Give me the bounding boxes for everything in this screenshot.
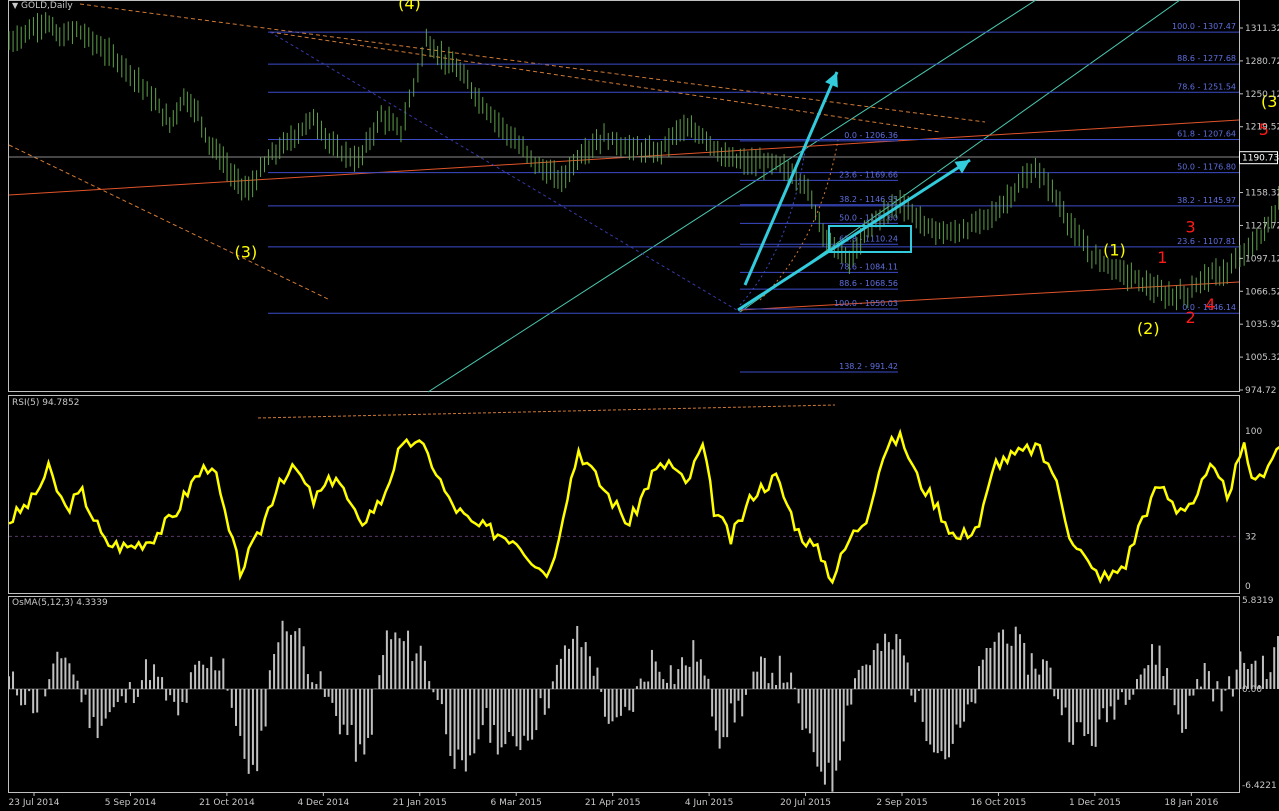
wave-label: 4 xyxy=(1205,295,1215,314)
rsi-tick-label: 0 xyxy=(1245,582,1251,592)
wave-label: (1) xyxy=(1103,240,1126,259)
chart-window: 100.0 - 1307.47 88.6 - 1277.68 78.6 - 1251… xyxy=(0,0,1279,811)
x-tick-label: 4 Dec 2014 xyxy=(297,798,349,808)
fibo-level-label: 38.2 - 1145.97 xyxy=(1177,196,1236,205)
price-tick-label: 1035.92 xyxy=(1245,320,1279,330)
price-tick-label: 1127.72 xyxy=(1245,221,1279,231)
chart-canvas[interactable]: 100.0 - 1307.47 88.6 - 1277.68 78.6 - 1251… xyxy=(0,0,1279,811)
arrow-up-channel-head xyxy=(954,160,970,174)
trend-line-lower xyxy=(739,281,1240,311)
price-tick-label: 1005.32 xyxy=(1245,353,1279,363)
x-tick-label: 21 Oct 2014 xyxy=(199,798,255,808)
osma-label: OsMA(5,12,3) 4.3339 xyxy=(12,598,108,608)
fibo-baseline-dotted xyxy=(269,31,741,313)
fibo-level-label: 88.6 - 1277.68 xyxy=(1177,54,1236,63)
wave-label: 2 xyxy=(1185,308,1195,327)
wave-label: (4) xyxy=(398,0,421,13)
rsi-panel-frame xyxy=(8,395,1240,594)
x-tick-label: 4 Jun 2015 xyxy=(685,798,733,808)
osma-tick-label: 5.8319 xyxy=(1242,596,1274,606)
rsi-trend-line xyxy=(257,404,836,419)
rsi-label: RSI(5) 94.7852 xyxy=(12,398,80,408)
price-tick-label: 1158.32 xyxy=(1245,189,1279,199)
price-tick-label: 1280.72 xyxy=(1245,57,1279,67)
symbol-label: GOLD,Daily xyxy=(21,1,73,11)
wave-label: (2) xyxy=(1137,319,1160,338)
fibo-ext-label: 138.2 - 991.42 xyxy=(839,362,898,371)
dotted-support-line xyxy=(8,144,331,301)
price-tick-label: 1066.52 xyxy=(1245,287,1279,297)
x-tick-label: 18 Jan 2016 xyxy=(1164,798,1218,808)
wave-label: 1 xyxy=(1157,248,1167,267)
price-panel-frame xyxy=(8,0,1240,392)
fibo-ext-label: 88.6 - 1068.56 xyxy=(839,279,898,288)
chart-title: ▼ GOLD,Daily xyxy=(12,1,73,11)
x-tick-label: 21 Jan 2015 xyxy=(393,798,447,808)
x-tick-label: 23 Jul 2014 xyxy=(9,798,60,808)
fibo-level-label: 61.8 - 1207.64 xyxy=(1177,130,1236,139)
rsi-tick-label: 100 xyxy=(1245,427,1262,437)
price-tick-label: 1219.52 xyxy=(1245,123,1279,133)
channel-line-upper xyxy=(427,0,1037,393)
fibo-ext-label: 23.6 - 1169.66 xyxy=(839,170,898,179)
price-tick-label: 1250.12 xyxy=(1245,90,1279,100)
current-price-label: 1190.73 xyxy=(1242,154,1279,164)
osma-tick-label: -6.4221 xyxy=(1242,781,1277,791)
fibo-ext-label: 0.0 - 1206.36 xyxy=(844,131,898,140)
osma-tick-label: 0.00 xyxy=(1242,685,1262,695)
fibo-ext-label: 50.0 - 1129.60 xyxy=(839,213,898,222)
wave-label: 3 xyxy=(1185,218,1195,237)
wave-label: (3) xyxy=(235,242,258,261)
rsi-line xyxy=(8,428,1279,585)
x-tick-label: 21 Apr 2015 xyxy=(585,798,641,808)
rsi-tick-label: 32 xyxy=(1245,532,1256,542)
dotted-resistance-line xyxy=(79,3,986,123)
fibo-level-label: 100.0 - 1307.47 xyxy=(1172,22,1236,31)
x-tick-label: 20 Jul 2015 xyxy=(780,798,831,808)
x-tick-label: 6 Mar 2015 xyxy=(491,798,542,808)
price-tick-label: 974.72 xyxy=(1245,386,1277,396)
price-tick-label: 1311.32 xyxy=(1245,24,1279,34)
fibo-ext-label: 78.6 - 1084.11 xyxy=(839,262,898,271)
fibo-level-label: 50.0 - 1176.80 xyxy=(1177,163,1236,172)
x-tick-label: 2 Sep 2015 xyxy=(876,798,927,808)
x-tick-label: 1 Dec 2015 xyxy=(1069,798,1121,808)
x-tick-label: 5 Sep 2014 xyxy=(105,798,157,808)
menu-triangle-icon[interactable]: ▼ xyxy=(12,1,18,10)
dotted-resistance-line-2 xyxy=(269,31,941,133)
x-tick-label: 16 Oct 2015 xyxy=(971,798,1027,808)
fibo-level-label: 23.6 - 1107.81 xyxy=(1177,237,1236,246)
fibo-level-label: 78.6 - 1251.54 xyxy=(1177,82,1236,91)
fibo-ext-label: 100.0 - 1050.03 xyxy=(834,299,898,308)
fibo-ext-label: 38.2 - 1146.95 xyxy=(839,195,898,204)
price-tick-label: 1097.12 xyxy=(1245,254,1279,264)
